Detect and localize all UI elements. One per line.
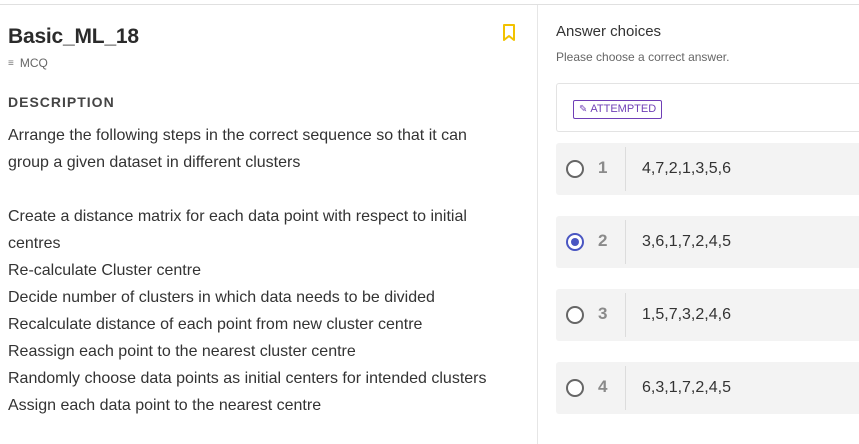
list-icon: ≡ — [8, 57, 14, 69]
step-line: centres — [8, 235, 61, 252]
step-line: Re-calculate Cluster centre — [8, 262, 201, 279]
pencil-icon: ✎ — [579, 104, 588, 115]
question-panel: Basic_ML_18 ≡ MCQ DESCRIPTION Arrange th… — [0, 5, 538, 444]
option-number: 4 — [598, 377, 608, 396]
step-line: Reassign each point to the nearest clust… — [8, 343, 356, 360]
step-line: Recalculate distance of each point from … — [8, 316, 423, 333]
question-type-label: MCQ — [19, 56, 48, 70]
step-line: Randomly choose data points as initial c… — [8, 370, 487, 387]
answer-option-3[interactable]: 3 1,5,7,3,2,4,6 — [556, 289, 859, 341]
question-type: ≡ MCQ — [8, 56, 48, 70]
attempted-label: ATTEMPTED — [590, 103, 657, 115]
option-divider — [625, 220, 626, 264]
status-box: ✎ ATTEMPTED — [556, 83, 859, 132]
option-divider — [625, 293, 626, 337]
answer-option-1[interactable]: 1 4,7,2,1,3,5,6 — [556, 143, 859, 195]
option-divider — [625, 147, 626, 191]
answer-choices-subtitle: Please choose a correct answer. — [556, 50, 730, 64]
answer-choices-title: Answer choices — [556, 23, 662, 40]
answer-option-2[interactable]: 2 3,6,1,7,2,4,5 — [556, 216, 859, 268]
option-number: 2 — [598, 231, 608, 250]
option-text: 4,7,2,1,3,5,6 — [642, 160, 731, 177]
description-line: group a given dataset in different clust… — [8, 154, 301, 171]
description-body: Arrange the following steps in the corre… — [8, 122, 518, 419]
radio-button[interactable] — [566, 306, 584, 324]
option-number: 1 — [598, 158, 608, 177]
attempted-badge: ✎ ATTEMPTED — [573, 100, 663, 119]
step-line: Decide number of clusters in which data … — [8, 289, 435, 306]
option-divider — [625, 366, 626, 410]
question-title: Basic_ML_18 — [8, 25, 139, 48]
option-text: 3,6,1,7,2,4,5 — [642, 233, 731, 250]
radio-button[interactable] — [566, 160, 584, 178]
option-text: 1,5,7,3,2,4,6 — [642, 306, 731, 323]
answer-option-4[interactable]: 4 6,3,1,7,2,4,5 — [556, 362, 859, 414]
step-line: Create a distance matrix for each data p… — [8, 208, 467, 225]
bookmark-icon[interactable] — [502, 24, 516, 42]
radio-button[interactable] — [566, 379, 584, 397]
description-line: Arrange the following steps in the corre… — [8, 127, 467, 144]
option-number: 3 — [598, 304, 608, 323]
description-heading: DESCRIPTION — [8, 94, 115, 110]
answer-panel: Answer choices Please choose a correct a… — [539, 5, 859, 444]
step-line: Assign each data point to the nearest ce… — [8, 397, 322, 414]
option-text: 6,3,1,7,2,4,5 — [642, 379, 731, 396]
radio-button-selected[interactable] — [566, 233, 584, 251]
